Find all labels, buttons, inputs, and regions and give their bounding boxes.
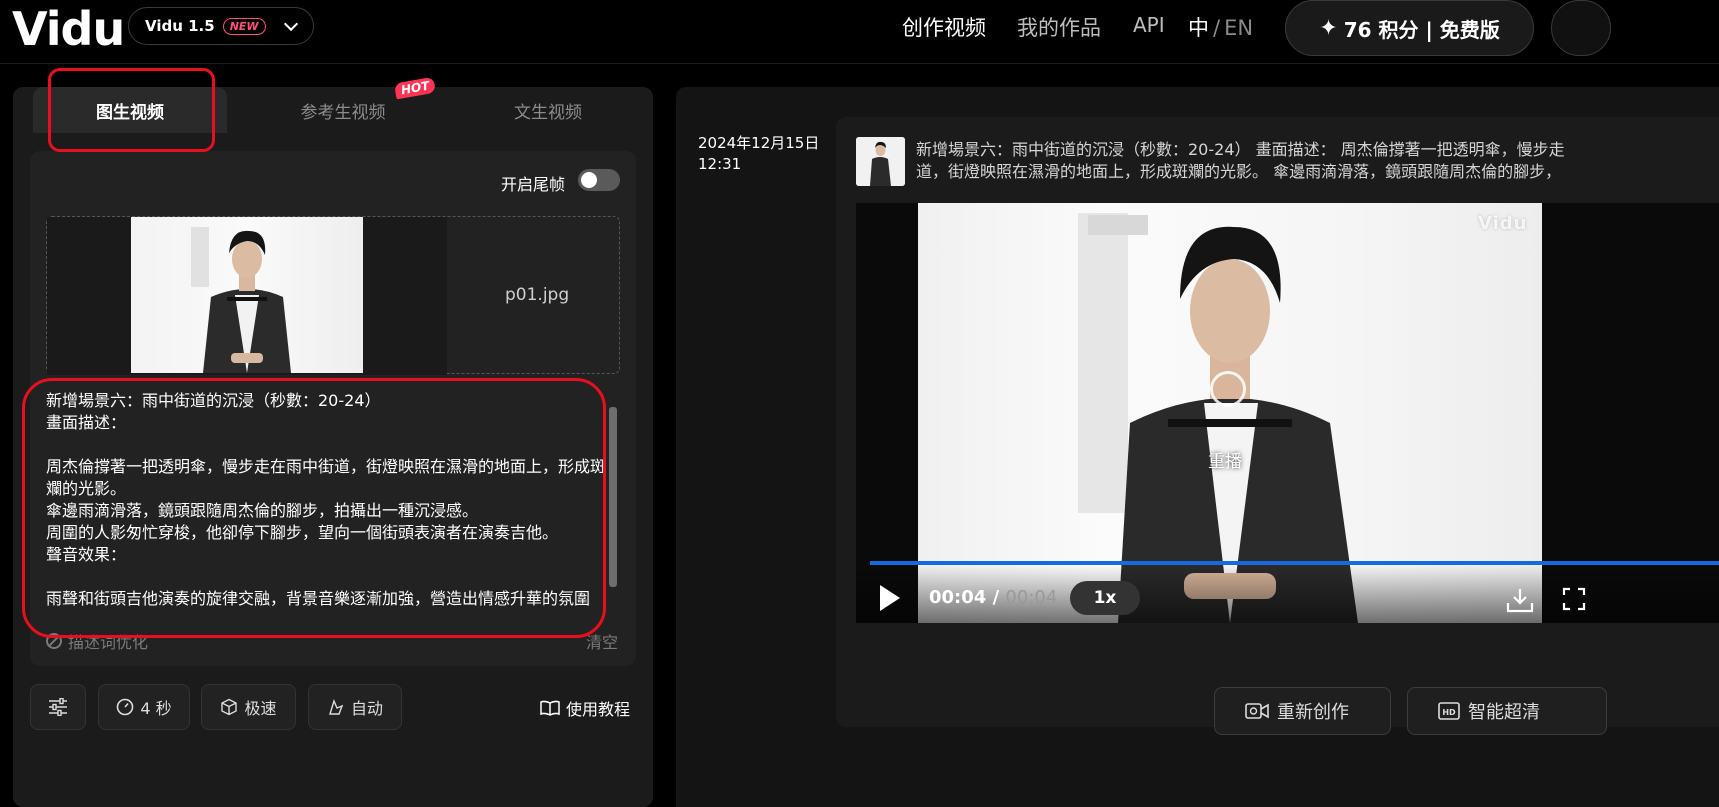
recreate-button[interactable]: 重新创作 [1214, 687, 1391, 735]
annotation-highlight-prompt [22, 378, 606, 638]
recreate-label: 重新创作 [1277, 702, 1349, 723]
history-panel: 2024年12月15日 12:31 新增場景六：雨中街道的沉浸（秒數：20-24… [676, 87, 1719, 807]
sliders-icon [49, 698, 67, 716]
record-prompt-line-1: 新增場景六：雨中街道的沉浸（秒數：20-24） 畫面描述： 周杰倫撐著一把透明傘… [916, 140, 1565, 159]
image-upload-area[interactable]: p01.jpg [46, 216, 620, 375]
tail-frame-toggle[interactable] [578, 169, 620, 191]
tail-frame-label: 开启尾帧 [501, 175, 566, 194]
fullscreen-icon[interactable] [1562, 587, 1586, 611]
version-selector[interactable]: Vidu 1.5 NEW [128, 7, 314, 45]
video-time: 00:04 / 00:04 [929, 587, 1057, 608]
nav-api[interactable]: API [1133, 13, 1165, 37]
motion-icon [329, 698, 344, 715]
duration-label: 4 秒 [140, 699, 172, 718]
hd-icon: HD [1438, 702, 1460, 720]
smart-hd-label: 智能超清 [1468, 702, 1540, 723]
clock-icon [117, 698, 134, 716]
video-person-illustration [1078, 213, 1358, 623]
svg-text:HD: HD [1442, 708, 1456, 717]
video-duration: 00:04 [1005, 587, 1058, 608]
video-player[interactable]: Vidu 重播 00:04 / 00:04 1x [856, 203, 1719, 623]
annotation-highlight-tab [48, 68, 215, 152]
motion-mode-label: 自动 [350, 699, 383, 718]
tutorial-link[interactable]: 使用教程 [540, 696, 630, 720]
speed-mode-label: 极速 [244, 699, 277, 718]
uploaded-image [131, 217, 363, 373]
current-time: 00:04 [929, 587, 987, 608]
top-header: Vidu Vidu 1.5 NEW 创作视频 我的作品 API 中 / EN ✦ 7… [0, 0, 1719, 64]
nav-create-video[interactable]: 创作视频 [902, 12, 986, 42]
video-camera-icon [1245, 703, 1269, 719]
duration-selector[interactable]: 4 秒 [98, 684, 190, 730]
play-icon[interactable] [880, 585, 900, 611]
record-date: 2024年12月15日 [698, 134, 820, 152]
record-card: 新增場景六：雨中街道的沉浸（秒數：20-24） 畫面描述： 周杰倫撐著一把透明傘… [836, 117, 1719, 735]
prompt-scroll-thumb[interactable] [609, 407, 617, 587]
user-avatar[interactable] [1551, 0, 1611, 56]
vidu-logo[interactable]: Vidu [12, 2, 125, 56]
credits-label: 76 积分 | 免费版 [1343, 17, 1500, 42]
download-icon[interactable] [1506, 587, 1534, 613]
book-icon [540, 700, 560, 716]
lang-en[interactable]: EN [1224, 16, 1253, 40]
language-switch[interactable]: 中 / EN [1188, 12, 1253, 42]
speed-mode-selector[interactable]: 极速 [201, 684, 296, 730]
thumbnail-illustration [856, 137, 905, 186]
settings-button[interactable] [30, 684, 86, 730]
uploaded-image-frame [47, 217, 447, 375]
replay-label[interactable]: 重播 [1208, 447, 1242, 472]
record-prompt-line-2: 道，街燈映照在濕滑的地面上，形成斑斕的光影。 傘邊雨滴滑落，鏡頭跟隨周杰倫的腳步… [916, 162, 1562, 181]
lang-separator: / [1213, 16, 1221, 40]
replay-icon[interactable] [1210, 371, 1246, 407]
tutorial-label: 使用教程 [566, 700, 631, 719]
smart-hd-button[interactable]: HD 智能超清 [1407, 687, 1607, 735]
options-bar: 4 秒 极速 自动 使用教程 [30, 684, 636, 730]
lang-zh[interactable]: 中 [1188, 16, 1209, 40]
record-prompt: 新增場景六：雨中街道的沉浸（秒數：20-24） 畫面描述： 周杰倫撐著一把透明傘… [916, 139, 1719, 183]
time-separator: / [986, 587, 1006, 608]
nav-my-works[interactable]: 我的作品 [1017, 12, 1101, 42]
chevron-down-icon [283, 16, 298, 31]
credits-button[interactable]: ✦ 76 积分 | 免费版 [1285, 0, 1534, 56]
toggle-knob [581, 172, 597, 188]
playback-speed-button[interactable]: 1x [1070, 581, 1140, 615]
version-label: Vidu 1.5 [145, 17, 215, 35]
vidu-watermark: Vidu [1478, 213, 1528, 234]
cube-icon [221, 698, 238, 716]
record-time: 12:31 [698, 155, 742, 173]
person-photo-illustration [191, 227, 291, 373]
record-thumbnail[interactable] [856, 137, 905, 186]
tab-text-to-video[interactable]: 文生视频 [453, 87, 643, 133]
motion-mode-selector[interactable]: 自动 [308, 684, 402, 730]
record-timestamp: 2024年12月15日 12:31 [698, 133, 819, 175]
sparkle-icon: ✦ [1319, 15, 1338, 41]
new-badge: NEW [222, 17, 266, 35]
video-frame [918, 203, 1542, 623]
uploaded-file-name: p01.jpg [505, 285, 570, 305]
video-controls: 00:04 / 00:04 1x [856, 565, 1719, 623]
